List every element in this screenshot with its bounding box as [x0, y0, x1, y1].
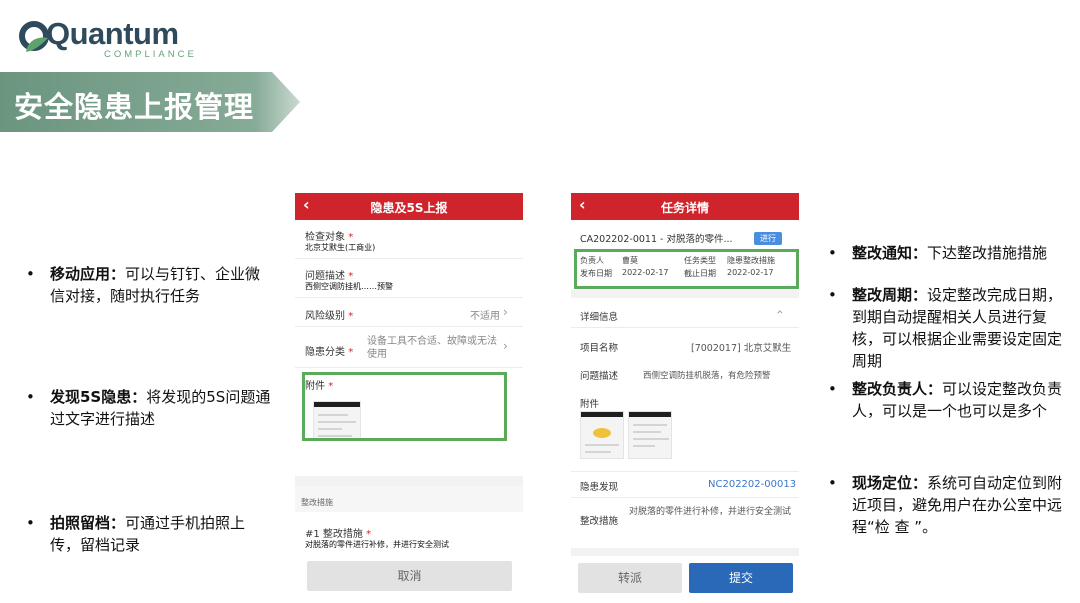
- attachment-thumbnail[interactable]: [580, 411, 624, 459]
- divider: [571, 497, 799, 498]
- quantum-logo: Quantum COMPLIANCE: [18, 16, 194, 64]
- label-attachment: 附件: [580, 399, 600, 410]
- bullet-dot-icon: •: [828, 380, 837, 398]
- screen-title: 任务详情: [660, 201, 709, 215]
- bullet-rectify-notice: • 整改通知：下达整改措施措施: [828, 242, 1074, 264]
- bullet-photo: • 拍照留档：可通过手机拍照上传，留档记录: [26, 512, 272, 556]
- divider: [295, 258, 523, 259]
- section-gap: [571, 290, 799, 298]
- brand-name: Quantum: [46, 16, 179, 51]
- bullet-head: 现场定位：: [852, 474, 928, 492]
- transfer-button[interactable]: 转派: [578, 563, 682, 593]
- field-value-risk-level[interactable]: 不适用: [470, 307, 500, 322]
- bullet-mobile-app: • 移动应用：可以与钉钉、企业微信对接，随时执行任务: [26, 263, 272, 307]
- divider: [295, 326, 523, 327]
- bullet-dot-icon: •: [26, 514, 35, 532]
- divider: [571, 471, 799, 472]
- label-hazard-found: 隐患发现: [580, 482, 619, 493]
- label-measure: 整改措施: [580, 516, 619, 527]
- field-value-measure[interactable]: 对脱落的零件进行补修，并进行安全测试: [305, 539, 449, 550]
- bullet-head: 发现5S隐患：: [50, 388, 147, 406]
- bullet-head: 移动应用：: [50, 265, 126, 283]
- field-label-measure: #1 整改措施 *: [305, 529, 372, 540]
- field-value-inspect-target[interactable]: 北京艾默生(工商业): [305, 242, 375, 253]
- bullet-dot-icon: •: [828, 474, 837, 492]
- brand-subtitle: COMPLIANCE: [104, 49, 197, 60]
- chevron-right-icon[interactable]: ›: [503, 339, 508, 353]
- field-label-problem: 问题描述 *: [305, 271, 354, 282]
- chevron-up-icon[interactable]: ›: [772, 310, 786, 315]
- bullet-rectify-period: • 整改周期：设定整改完成日期，到期自动提醒相关人员进行复核，可以根据企业需要设…: [828, 284, 1074, 372]
- field-value-hazard-category[interactable]: 设备工具不合适、故障或无法使用: [367, 335, 497, 361]
- bullet-body: 下达整改措施措施: [927, 244, 1048, 262]
- bullet-head: 拍照留档：: [50, 514, 126, 532]
- section-gap: [571, 548, 799, 556]
- chevron-right-icon[interactable]: ›: [503, 305, 508, 319]
- task-meta-highlight-box: [574, 249, 799, 289]
- bullet-dot-icon: •: [828, 286, 837, 304]
- divider: [571, 327, 799, 328]
- value-problem: 西侧空调防挂机脱落，有危险预警: [643, 371, 771, 381]
- page-title: 安全隐患上报管理: [14, 90, 255, 124]
- section-title-rectification: 整改措施: [301, 498, 333, 507]
- bullet-dot-icon: •: [828, 244, 837, 262]
- bullet-head: 整改周期：: [852, 286, 928, 304]
- field-label-inspect-target: 检查对象 *: [305, 232, 354, 243]
- divider: [295, 297, 523, 298]
- section-gap: [295, 476, 523, 486]
- divider: [295, 367, 523, 368]
- title-banner: 安全隐患上报管理: [0, 72, 300, 132]
- bullet-find-5s: • 发现5S隐患：将发现的5S问题通过文字进行描述: [26, 386, 272, 430]
- task-title: CA202202-0011 - 对脱落的零件...: [580, 234, 733, 245]
- app-header: ‹ 任务详情: [571, 193, 799, 220]
- app-header: ‹ 隐患及5S上报: [295, 193, 523, 220]
- value-project: [7002017] 北京艾默生: [691, 343, 792, 354]
- field-value-problem[interactable]: 西侧空调防挂机……预警: [305, 281, 393, 292]
- attachment-highlight-box: [302, 372, 507, 441]
- hazard-link[interactable]: NC202202-00013: [708, 479, 796, 490]
- section-title-details: 详细信息: [580, 312, 619, 323]
- bullet-head: 整改负责人：: [852, 380, 943, 398]
- label-problem: 问题描述: [580, 371, 619, 382]
- field-label-hazard-category: 隐患分类 *: [305, 347, 354, 358]
- bullet-head: 整改通知：: [852, 244, 928, 262]
- screen-title: 隐患及5S上报: [370, 201, 448, 215]
- label-project: 项目名称: [580, 343, 619, 354]
- status-badge: 进行: [754, 232, 782, 245]
- bullet-site-location: • 现场定位：系统可自动定位到附近项目，避免用户在办公室中远程“检 查 ”。: [828, 472, 1074, 538]
- bullet-dot-icon: •: [26, 265, 35, 283]
- attachment-thumbnail[interactable]: [628, 411, 672, 459]
- cancel-button[interactable]: 取消: [307, 561, 512, 591]
- bullet-dot-icon: •: [26, 388, 35, 406]
- field-label-risk-level: 风险级别 *: [305, 311, 354, 322]
- bullet-rectify-owner: • 整改负责人：可以设定整改负责人，可以是一个也可以是多个: [828, 378, 1074, 422]
- value-measure: 对脱落的零件进行补修，并进行安全测试: [629, 507, 792, 517]
- submit-button[interactable]: 提交: [689, 563, 793, 593]
